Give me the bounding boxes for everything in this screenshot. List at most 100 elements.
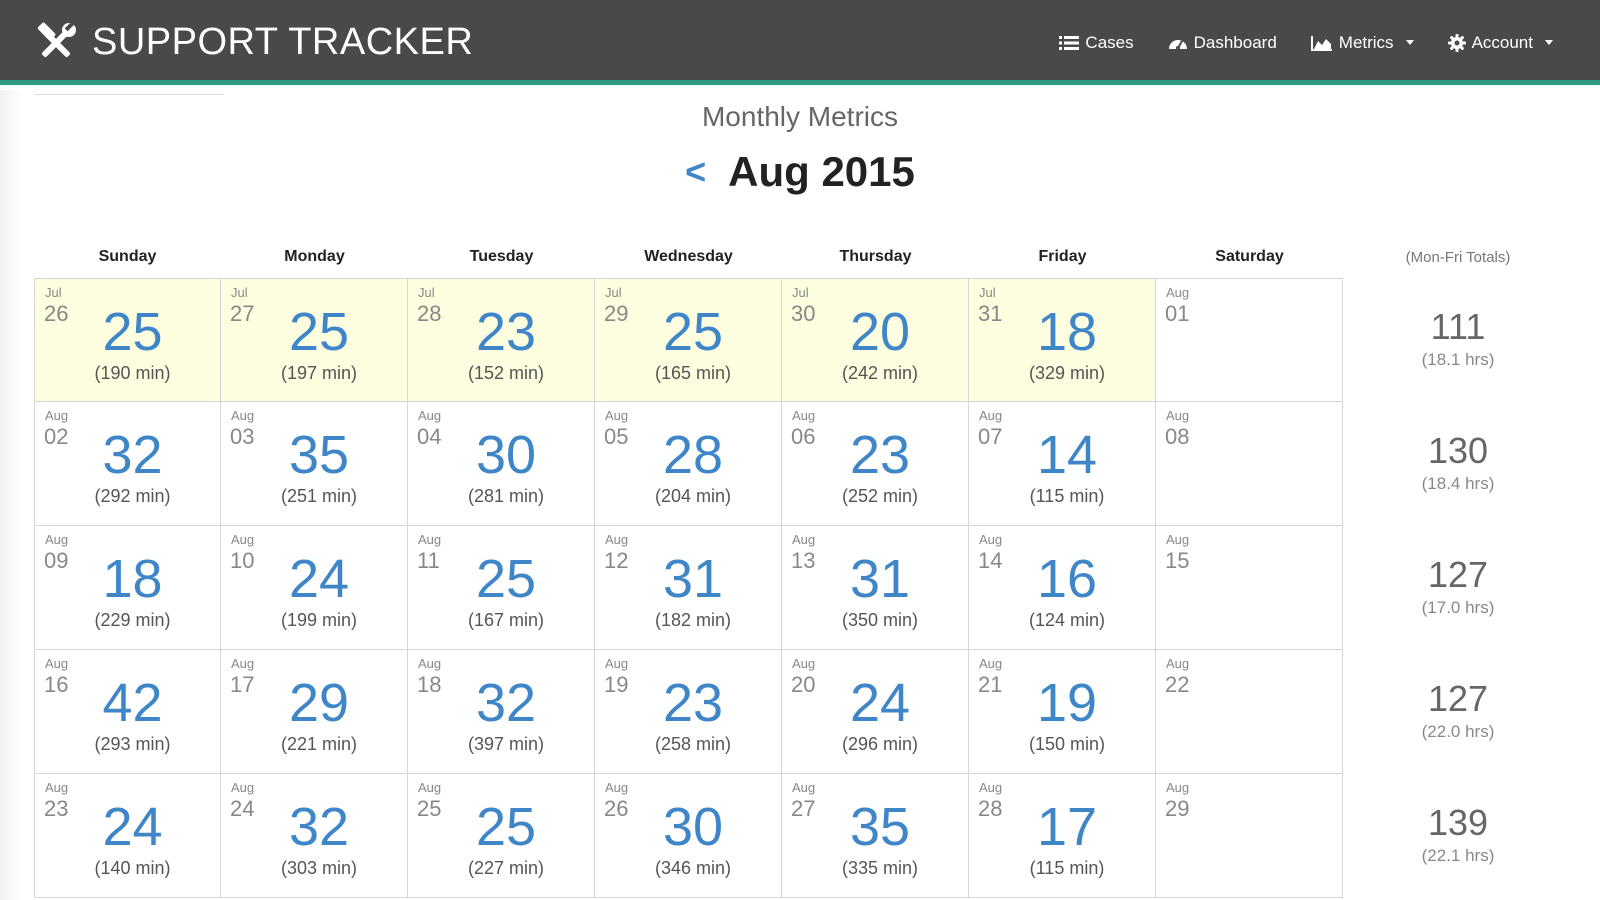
day-month-label: Aug (605, 780, 629, 795)
minutes-label: (197 min) (280, 363, 358, 383)
week-total: 127 (17.0 hrs) (1343, 526, 1573, 650)
week-total: 130 (18.4 hrs) (1343, 402, 1573, 526)
case-count: 31 (662, 549, 724, 609)
day-number: 29 (1165, 796, 1190, 821)
day-cell[interactable]: Aug 19 23 (258 min) (595, 650, 782, 774)
nav-metrics[interactable]: Metrics (1294, 33, 1431, 53)
day-cell[interactable]: Aug 14 16 (124 min) (969, 526, 1156, 650)
nav-cases-label: Cases (1085, 32, 1134, 52)
minutes-label: (258 min) (654, 734, 732, 754)
day-number: 22 (1165, 672, 1190, 697)
page-subtitle: Monthly Metrics (701, 101, 899, 132)
day-cell[interactable]: Aug 16 42 (293 min) (34, 650, 221, 774)
minutes-label: (204 min) (654, 486, 732, 506)
case-count: 28 (662, 425, 724, 485)
day-cell[interactable]: Jul 31 18 (329 min) (969, 278, 1156, 402)
week-row: Jul 26 25 (190 min) Jul 27 25 (197 min) Jul 28 23(… (34, 278, 1574, 402)
minutes-label: (115 min) (1029, 486, 1105, 506)
day-cell[interactable]: Aug 21 19 (150 min) (969, 650, 1156, 774)
nav-dashboard-label: Dashboard (1193, 32, 1277, 52)
case-count: 23 (662, 673, 724, 733)
minutes-label: (165 min) (654, 363, 732, 383)
day-cell[interactable]: Aug 11 25 (167 min) (408, 526, 595, 650)
day-cell[interactable]: Jul 26 25 (190 min) (34, 278, 221, 402)
nav-cases[interactable]: Cases (1042, 33, 1150, 53)
weekday-header: Friday (1038, 248, 1087, 265)
day-cell[interactable]: Aug 27 35 (335 min) (782, 774, 969, 898)
previous-month-button[interactable]: < (685, 154, 706, 190)
case-count: 32 (288, 797, 350, 857)
day-cell[interactable]: Jul 27 25 (197 min) (221, 278, 408, 402)
day-cell[interactable]: Aug 07 14 (115 min) (969, 402, 1156, 526)
day-cell[interactable]: Jul 30 20 (242 min) (782, 278, 969, 402)
day-cell[interactable]: Aug 03 35 (251 min) (221, 402, 408, 526)
day-month-label: Aug (605, 408, 629, 423)
case-count: 35 (288, 425, 350, 485)
day-cell[interactable]: Aug 22 (1156, 650, 1343, 774)
day-month-label: Aug (231, 656, 255, 671)
day-cell[interactable]: Aug 12 31 (182 min) (595, 526, 782, 650)
minutes-label: (252 min) (841, 486, 919, 506)
case-count: 25 (102, 302, 163, 362)
day-month-label: Jul (605, 285, 622, 300)
day-cell[interactable]: Aug 29 (1156, 774, 1343, 898)
minutes-label: (221 min) (280, 734, 358, 754)
day-cell[interactable]: Aug 06 23 (252 min) (782, 402, 969, 526)
week-row: Aug 09 18 (229 min) Aug 10 24 (199 min) Aug 11 25(… (34, 526, 1574, 650)
day-cell[interactable]: Aug 25 25 (227 min) (408, 774, 595, 898)
calendar-grid: Sunday Monday Tuesday Wednesday Thursday Frid… (34, 236, 1574, 898)
day-month-label: Aug (792, 780, 816, 795)
day-cell[interactable]: Aug 05 28 (204 min) (595, 402, 782, 526)
case-count: 18 (102, 549, 163, 609)
day-cell[interactable]: Aug 26 30 (346 min) (595, 774, 782, 898)
nav-account-label: Account (1471, 32, 1533, 52)
gear-icon (1447, 33, 1466, 52)
case-count: 20 (849, 302, 911, 362)
weekday-header: Sunday (98, 248, 157, 265)
day-cell[interactable]: Aug 09 18 (229 min) (34, 526, 221, 650)
day-cell[interactable]: Aug 24 32 (303 min) (221, 774, 408, 898)
day-month-label: Aug (1166, 532, 1190, 547)
nav-dashboard[interactable]: Dashboard (1151, 33, 1294, 53)
day-cell[interactable]: Aug 23 24 (140 min) (34, 774, 221, 898)
day-cell[interactable]: Jul 29 25 (165 min) (595, 278, 782, 402)
day-month-label: Aug (1166, 656, 1190, 671)
week-total-hours: (22.0 hrs) (1421, 722, 1495, 741)
case-count: 16 (1036, 549, 1098, 609)
day-cell[interactable]: Aug 18 32 (397 min) (408, 650, 595, 774)
day-month-label: Aug (418, 780, 442, 795)
case-count: 14 (1036, 425, 1098, 485)
case-count: 32 (475, 673, 537, 733)
side-panel-edge (0, 90, 22, 900)
day-cell[interactable]: Aug 28 17 (115 min) (969, 774, 1156, 898)
minutes-label: (242 min) (841, 363, 919, 383)
day-cell[interactable]: Jul 28 23 (152 min) (408, 278, 595, 402)
month-title: Aug 2015 (728, 148, 915, 195)
day-month-label: Aug (979, 532, 1003, 547)
case-count: 25 (475, 549, 537, 609)
day-month-label: Aug (231, 408, 255, 423)
brand-link[interactable]: SUPPORT TRACKER (34, 0, 473, 85)
day-month-label: Jul (979, 285, 996, 300)
minutes-label: (115 min) (1029, 858, 1105, 878)
day-cell[interactable]: Aug 17 29 (221 min) (221, 650, 408, 774)
day-cell[interactable]: Aug 02 32 (292 min) (34, 402, 221, 526)
day-cell[interactable]: Aug 04 30 (281 min) (408, 402, 595, 526)
case-count: 32 (102, 425, 163, 485)
day-month-label: Aug (979, 656, 1003, 671)
day-cell[interactable]: Aug 13 31 (350 min) (782, 526, 969, 650)
day-cell[interactable]: Aug 10 24 (199 min) (221, 526, 408, 650)
day-cell[interactable]: Aug 01 (1156, 278, 1343, 402)
day-cell[interactable]: Aug 08 (1156, 402, 1343, 526)
day-cell[interactable]: Aug 15 (1156, 526, 1343, 650)
day-number: 08 (1165, 424, 1190, 449)
weekday-header: Saturday (1215, 248, 1284, 265)
day-cell[interactable]: Aug 20 24 (296 min) (782, 650, 969, 774)
week-row: Aug 23 24 (140 min) Aug 24 32 (303 min) Aug 25 25(… (34, 774, 1574, 898)
case-count: 42 (102, 673, 163, 733)
weekday-header: Monday (284, 248, 345, 265)
weekday-header: Thursday (839, 248, 912, 265)
day-month-label: Jul (792, 285, 809, 300)
nav-account[interactable]: Account (1431, 33, 1570, 53)
minutes-label: (182 min) (654, 610, 732, 630)
